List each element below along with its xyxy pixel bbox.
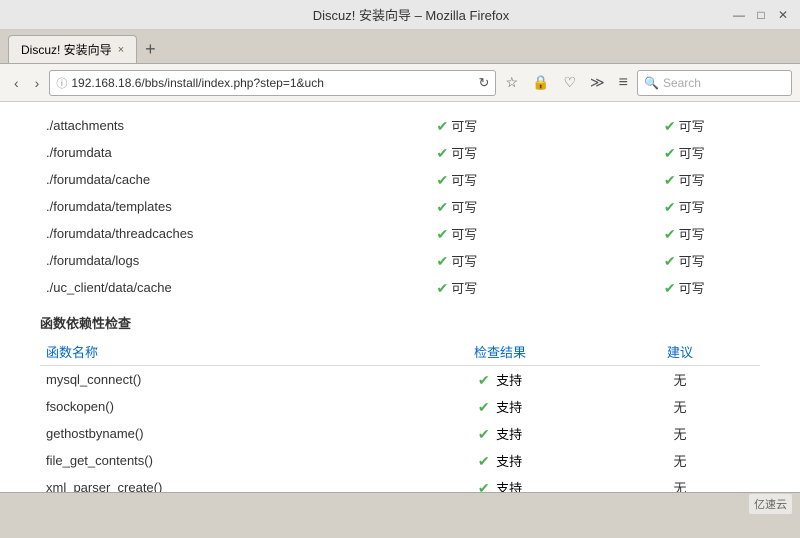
tab-close-button[interactable]: × <box>118 44 124 56</box>
status-cell-2: ✔可写 <box>608 139 760 166</box>
empty-cell <box>533 247 609 274</box>
func-suggestion: 无 <box>600 393 760 420</box>
table-row: ./forumdata ✔可写 ✔可写 <box>40 139 760 166</box>
minimize-button[interactable]: — <box>732 8 746 22</box>
path-cell: ./forumdata/cache <box>40 166 381 193</box>
titlebar: Discuz! 安装向导 – Mozilla Firefox — □ ✕ <box>0 0 800 30</box>
menu-button[interactable]: ≡ <box>614 71 633 95</box>
navbar: ‹ › ⓘ 192.168.18.6/bbs/install/index.php… <box>0 64 800 102</box>
functions-table: 函数名称 检查结果 建议 mysql_connect() ✔ 支持 无 fsoc… <box>40 338 760 492</box>
nav-icons: ☆ 🔒 ♡ ≫ ≡ <box>500 71 633 95</box>
col-suggestion: 建议 <box>600 338 760 366</box>
func-result: ✔ 支持 <box>400 420 600 447</box>
address-bar[interactable]: ⓘ 192.168.18.6/bbs/install/index.php?ste… <box>49 70 496 96</box>
lock-icon: ⓘ <box>56 75 67 91</box>
content-area: ./attachments ✔可写 ✔可写 ./forumdata ✔可写 ✔可… <box>0 102 800 492</box>
func-name: mysql_connect() <box>40 366 400 394</box>
heart-button[interactable]: ♡ <box>558 71 581 94</box>
window-title: Discuz! 安装向导 – Mozilla Firefox <box>90 5 732 24</box>
func-name: xml_parser_create() <box>40 474 400 492</box>
bookmark-star-button[interactable]: ☆ <box>500 71 523 94</box>
permissions-table: ./attachments ✔可写 ✔可写 ./forumdata ✔可写 ✔可… <box>40 112 760 301</box>
table-header-row: 函数名称 检查结果 建议 <box>40 338 760 366</box>
search-icon: 🔍 <box>644 76 659 90</box>
table-row: ./forumdata/threadcaches ✔可写 ✔可写 <box>40 220 760 247</box>
table-row: ./uc_client/data/cache ✔可写 ✔可写 <box>40 274 760 301</box>
path-cell: ./uc_client/data/cache <box>40 274 381 301</box>
path-cell: ./forumdata/templates <box>40 193 381 220</box>
status-cell-1: ✔可写 <box>381 112 533 139</box>
func-result: ✔ 支持 <box>400 474 600 492</box>
refresh-button[interactable]: ↻ <box>479 75 490 91</box>
tabbar: Discuz! 安装向导 × + <box>0 30 800 64</box>
extensions-button[interactable]: ≫ <box>585 71 610 94</box>
url-text: 192.168.18.6/bbs/install/index.php?step=… <box>71 76 474 90</box>
search-bar[interactable]: 🔍 Search <box>637 70 792 96</box>
status-cell-2: ✔可写 <box>608 247 760 274</box>
path-cell: ./forumdata/threadcaches <box>40 220 381 247</box>
table-row: ./forumdata/logs ✔可写 ✔可写 <box>40 247 760 274</box>
status-cell-1: ✔可写 <box>381 193 533 220</box>
col-result: 检查结果 <box>400 338 600 366</box>
table-row: ./forumdata/templates ✔可写 ✔可写 <box>40 193 760 220</box>
path-cell: ./forumdata/logs <box>40 247 381 274</box>
func-name: file_get_contents() <box>40 447 400 474</box>
path-cell: ./attachments <box>40 112 381 139</box>
bottombar: 亿速云 <box>0 492 800 514</box>
section-title: 函数依赖性检查 <box>40 301 760 338</box>
table-row: ./attachments ✔可写 ✔可写 <box>40 112 760 139</box>
empty-cell <box>533 220 609 247</box>
status-cell-2: ✔可写 <box>608 274 760 301</box>
func-result: ✔ 支持 <box>400 366 600 394</box>
new-tab-button[interactable]: + <box>139 35 162 63</box>
tab-label: Discuz! 安装向导 <box>21 41 112 58</box>
func-name: fsockopen() <box>40 393 400 420</box>
func-suggestion: 无 <box>600 366 760 394</box>
func-name: gethostbyname() <box>40 420 400 447</box>
status-cell-1: ✔可写 <box>381 166 533 193</box>
table-row: mysql_connect() ✔ 支持 无 <box>40 366 760 394</box>
table-row: ./forumdata/cache ✔可写 ✔可写 <box>40 166 760 193</box>
func-suggestion: 无 <box>600 474 760 492</box>
empty-cell <box>533 112 609 139</box>
empty-cell <box>533 274 609 301</box>
table-row: gethostbyname() ✔ 支持 无 <box>40 420 760 447</box>
back-button[interactable]: ‹ <box>8 71 25 95</box>
forward-button[interactable]: › <box>29 71 46 95</box>
active-tab[interactable]: Discuz! 安装向导 × <box>8 35 137 63</box>
col-name: 函数名称 <box>40 338 400 366</box>
status-cell-2: ✔可写 <box>608 166 760 193</box>
func-suggestion: 无 <box>600 420 760 447</box>
close-button[interactable]: ✕ <box>776 8 790 22</box>
maximize-button[interactable]: □ <box>754 8 768 22</box>
table-row: xml_parser_create() ✔ 支持 无 <box>40 474 760 492</box>
status-cell-2: ✔可写 <box>608 193 760 220</box>
func-result: ✔ 支持 <box>400 393 600 420</box>
status-cell-1: ✔可写 <box>381 139 533 166</box>
watermark-text: 亿速云 <box>749 494 792 514</box>
func-result: ✔ 支持 <box>400 447 600 474</box>
status-cell-1: ✔可写 <box>381 220 533 247</box>
search-placeholder: Search <box>663 76 701 90</box>
empty-cell <box>533 166 609 193</box>
status-cell-2: ✔可写 <box>608 112 760 139</box>
empty-cell <box>533 139 609 166</box>
status-cell-2: ✔可写 <box>608 220 760 247</box>
table-row: file_get_contents() ✔ 支持 无 <box>40 447 760 474</box>
status-cell-1: ✔可写 <box>381 247 533 274</box>
empty-cell <box>533 193 609 220</box>
table-row: fsockopen() ✔ 支持 无 <box>40 393 760 420</box>
func-suggestion: 无 <box>600 447 760 474</box>
shield-button[interactable]: 🔒 <box>527 71 554 94</box>
path-cell: ./forumdata <box>40 139 381 166</box>
status-cell-1: ✔可写 <box>381 274 533 301</box>
window-controls: — □ ✕ <box>732 8 790 22</box>
